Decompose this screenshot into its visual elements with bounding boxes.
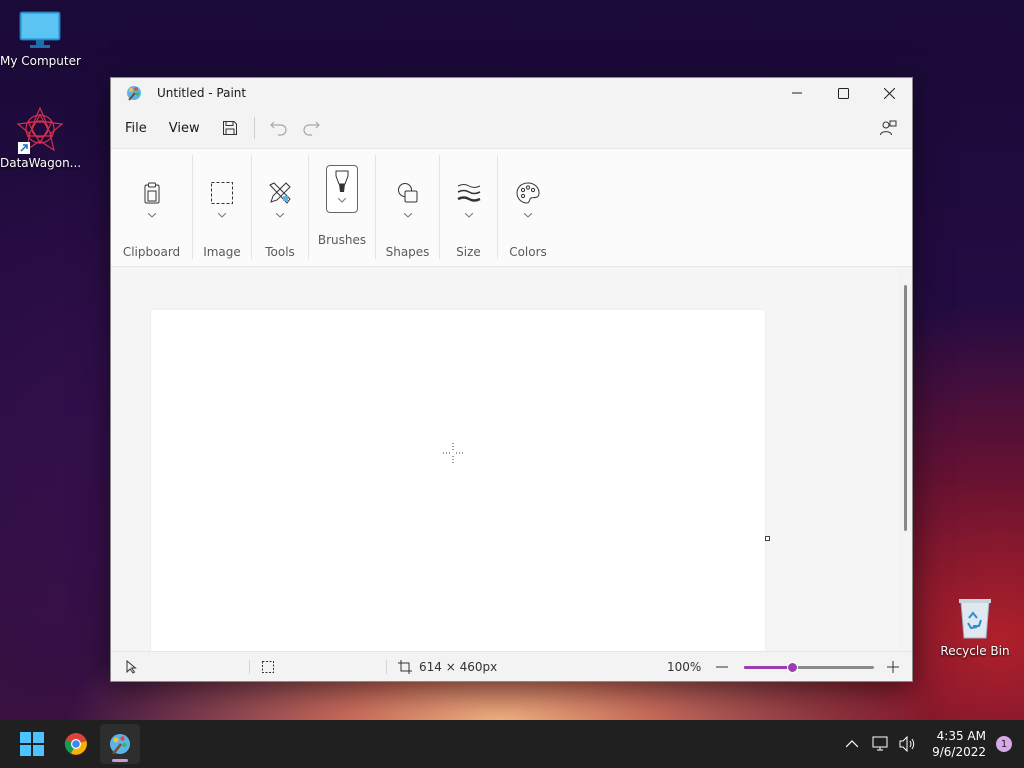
ribbon-group-clipboard[interactable]: Clipboard <box>111 155 193 259</box>
save-icon <box>222 121 237 135</box>
crosshair-cursor-icon <box>443 443 463 463</box>
drawing-canvas[interactable] <box>151 310 765 652</box>
maximize-button[interactable] <box>820 78 866 108</box>
clipboard-icon <box>132 169 172 217</box>
desktop-icon-datawagon[interactable]: DataWagon... <box>0 106 82 170</box>
canvas-size-icon <box>398 652 412 682</box>
windows-logo-icon <box>20 732 44 756</box>
zoom-percentage[interactable]: 100% <box>667 652 701 682</box>
undo-button[interactable] <box>263 113 295 143</box>
ribbon-group-label: Brushes <box>317 233 367 247</box>
pencil-eraser-icon <box>260 169 300 217</box>
paint-app-icon <box>125 84 143 102</box>
taskbar-chrome[interactable] <box>56 724 96 764</box>
account-button[interactable] <box>872 113 904 143</box>
ribbon-group-image[interactable]: Image <box>193 155 252 259</box>
ribbon-group-label: Colors <box>509 245 547 259</box>
ribbon-group-colors[interactable]: Colors <box>498 155 558 259</box>
scrollbar-thumb[interactable] <box>904 285 907 531</box>
system-tray: 4:35 AM 9/6/2022 1 <box>836 728 1012 760</box>
zoom-in-button[interactable] <box>887 652 899 682</box>
zoom-slider-thumb[interactable] <box>787 662 799 673</box>
desktop-icon-my-computer[interactable]: My Computer <box>0 10 81 68</box>
ribbon-group-size[interactable]: Size <box>440 155 498 259</box>
status-bar: 614 × 460px 100% <box>111 651 912 681</box>
undo-icon <box>269 121 287 136</box>
show-hidden-icons-button[interactable] <box>840 732 864 756</box>
stroke-size-icon <box>449 169 489 217</box>
paint-app-icon <box>110 734 130 755</box>
zoom-slider-fill <box>744 666 794 669</box>
ribbon-group-brushes[interactable]: Brushes <box>309 155 376 259</box>
zoom-slider[interactable] <box>744 662 874 673</box>
volume-icon[interactable] <box>896 732 920 756</box>
redo-button[interactable] <box>295 113 327 143</box>
shapes-icon <box>388 169 428 217</box>
view-menu[interactable]: View <box>161 115 208 142</box>
active-app-indicator <box>112 759 128 762</box>
clock-date: 9/6/2022 <box>932 745 986 759</box>
clock-time: 4:35 AM <box>936 729 986 743</box>
desktop-icon-label: DataWagon... <box>0 156 82 170</box>
zoom-out-button[interactable] <box>716 652 728 682</box>
notification-badge[interactable]: 1 <box>996 736 1012 752</box>
file-menu[interactable]: File <box>117 115 155 142</box>
datawagon-shortcut-icon <box>16 106 64 154</box>
clock[interactable]: 4:35 AM 9/6/2022 <box>932 728 986 760</box>
desktop-icon-label: Recycle Bin <box>940 644 1010 658</box>
ribbon-group-label: Clipboard <box>122 245 181 259</box>
close-icon <box>883 87 895 99</box>
chevron-down-icon <box>403 213 412 225</box>
status-divider <box>386 660 387 674</box>
taskbar-paint[interactable] <box>100 724 140 764</box>
chevron-down-icon <box>464 213 473 225</box>
menu-bar: File View <box>111 108 912 148</box>
ribbon-group-tools[interactable]: Tools <box>252 155 309 259</box>
chevron-down-icon <box>338 198 346 203</box>
window-title: Untitled - Paint <box>157 86 247 100</box>
minimize-icon <box>792 92 802 94</box>
desktop-icon-label: My Computer <box>0 54 81 68</box>
canvas-area[interactable] <box>111 268 899 652</box>
minus-icon <box>716 666 728 668</box>
chevron-up-icon <box>846 740 859 748</box>
minimize-button[interactable] <box>774 78 820 108</box>
canvas-resize-handle[interactable] <box>765 536 770 541</box>
brush-icon <box>335 170 349 192</box>
chrome-icon <box>64 733 87 755</box>
vertical-scrollbar[interactable] <box>898 268 912 652</box>
ribbon-group-label: Shapes <box>385 245 430 259</box>
chevron-down-icon <box>524 213 532 225</box>
paint-window: Untitled - Paint File View Clipboard Ima… <box>110 77 913 682</box>
ribbon-group-label: Image <box>203 245 241 259</box>
save-button[interactable] <box>214 113 246 143</box>
selection-size-icon <box>261 652 275 682</box>
chevron-down-icon <box>147 213 156 225</box>
brush-selector[interactable] <box>322 161 362 217</box>
taskbar: 4:35 AM 9/6/2022 1 <box>0 720 1024 768</box>
maximize-icon <box>837 87 849 99</box>
status-divider <box>249 660 250 674</box>
palette-icon <box>508 169 548 217</box>
ribbon: Clipboard Image Tools Brushes Shapes Siz… <box>111 148 912 267</box>
ribbon-group-label: Tools <box>265 245 295 259</box>
redo-icon <box>303 121 320 136</box>
close-button[interactable] <box>866 78 912 108</box>
desktop-icon-recycle-bin[interactable]: Recycle Bin <box>935 596 1015 658</box>
selection-icon <box>202 169 242 217</box>
pointer-position-icon <box>125 652 137 682</box>
toolbar-divider <box>253 117 255 139</box>
start-button[interactable] <box>12 724 52 764</box>
account-icon <box>880 120 897 136</box>
title-bar[interactable]: Untitled - Paint <box>111 78 912 108</box>
ribbon-group-label: Size <box>456 245 481 259</box>
monitor-icon <box>18 10 62 50</box>
recycle-bin-icon <box>955 596 995 640</box>
ribbon-group-shapes[interactable]: Shapes <box>376 155 440 259</box>
chevron-down-icon <box>218 213 226 225</box>
network-icon[interactable] <box>868 732 892 756</box>
chevron-down-icon <box>276 213 284 225</box>
plus-icon <box>887 661 899 673</box>
canvas-size-label: 614 × 460px <box>419 660 498 674</box>
